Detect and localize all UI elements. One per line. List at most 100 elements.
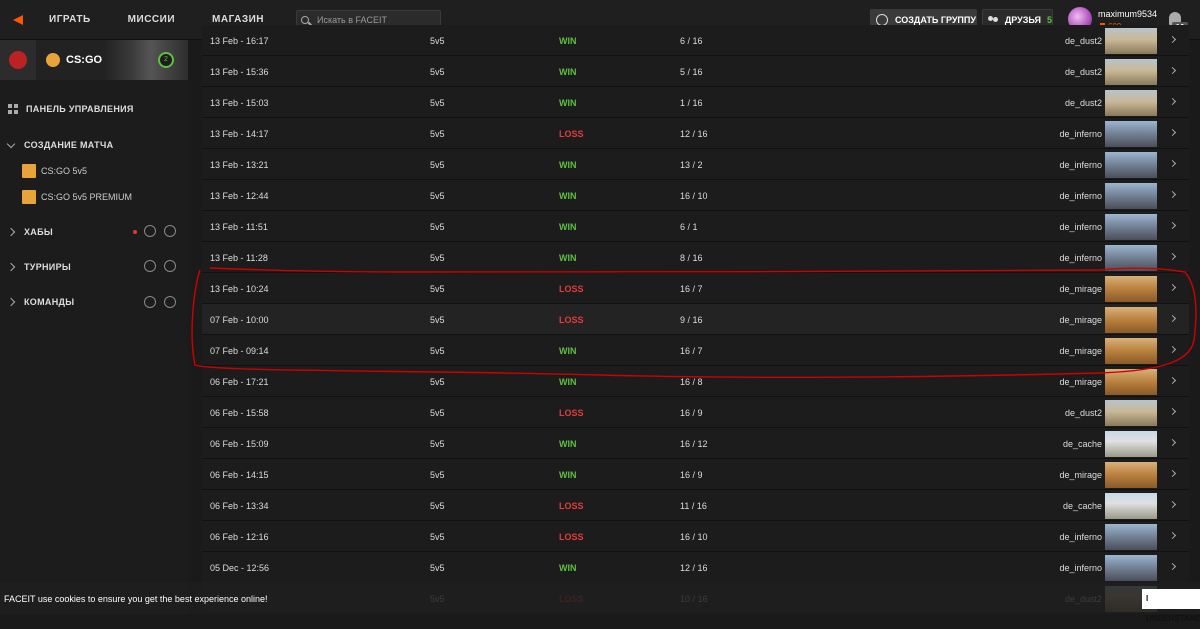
tournaments-search-icon[interactable] [144,260,156,272]
map-thumbnail [1105,400,1157,426]
cookie-banner: FACEIT use cookies to ensure you get the… [0,582,1200,623]
match-score: 16 / 9 [680,470,703,480]
match-result: LOSS [559,129,584,139]
chevron-right-icon[interactable] [1168,562,1177,571]
chevron-right-icon[interactable] [1168,283,1177,292]
table-row[interactable]: 06 Feb - 13:34 5v5 LOSS 11 / 16 de_cache [202,490,1189,521]
hubs-search-icon[interactable] [144,225,156,237]
sidebar-item-label: КОМАНДЫ [24,297,75,307]
match-mode: 5v5 [430,470,445,480]
nav-missions[interactable]: МИССИИ [128,14,175,25]
table-row[interactable]: 13 Feb - 11:28 5v5 WIN 8 / 16 de_inferno [202,242,1189,273]
game-title[interactable]: CS:GO [66,54,102,66]
sidebar-item-teams[interactable]: КОМАНДЫ [6,297,75,307]
chevron-right-icon[interactable] [1168,66,1177,75]
chevron-right-icon [6,262,16,272]
nav-play[interactable]: ИГРАТЬ [49,14,91,25]
table-row[interactable]: 06 Feb - 12:16 5v5 LOSS 16 / 10 de_inferno [202,521,1189,552]
table-row[interactable]: 06 Feb - 14:15 5v5 WIN 16 / 9 de_mirage [202,459,1189,490]
sidebar-item-tournaments[interactable]: ТУРНИРЫ [6,262,71,272]
table-row[interactable]: 13 Feb - 14:17 5v5 LOSS 12 / 16 de_inferno [202,118,1189,149]
table-row[interactable]: 07 Feb - 10:00 5v5 LOSS 9 / 16 de_mirage [202,304,1189,335]
table-row[interactable]: 06 Feb - 17:21 5v5 WIN 16 / 8 de_mirage [202,366,1189,397]
cookie-accept-button[interactable]: I UNDERSTAND [1142,589,1200,623]
table-row[interactable]: 13 Feb - 15:03 5v5 WIN 1 / 16 de_dust2 [202,87,1189,118]
match-date: 06 Feb - 13:34 [210,501,269,511]
chevron-right-icon[interactable] [1168,97,1177,106]
table-row[interactable]: 07 Feb - 09:14 5v5 WIN 16 / 7 de_mirage [202,335,1189,366]
match-map: de_mirage [1059,470,1102,480]
teams-add-icon[interactable] [164,296,176,308]
queue-item-5v5-premium[interactable]: CS:GO 5v5 PREMIUM [22,190,132,204]
match-mode: 5v5 [430,36,445,46]
match-date: 13 Feb - 16:17 [210,36,269,46]
teams-search-icon[interactable] [144,296,156,308]
map-thumbnail [1105,307,1157,333]
match-score: 12 / 16 [680,129,708,139]
chevron-right-icon[interactable] [1168,407,1177,416]
table-row[interactable]: 13 Feb - 10:24 5v5 LOSS 16 / 7 de_mirage [202,273,1189,304]
chevron-right-icon[interactable] [1168,438,1177,447]
map-thumbnail [1105,245,1157,271]
match-result: WIN [559,470,577,480]
sidebar-item-hubs[interactable]: ХАБЫ [6,227,53,237]
sidebar-item-dashboard[interactable]: ПАНЕЛЬ УПРАВЛЕНИЯ [8,104,134,114]
cookie-text: FACEIT use cookies to ensure you get the… [4,594,268,604]
match-mode: 5v5 [430,408,445,418]
match-result: WIN [559,439,577,449]
match-map: de_mirage [1059,315,1102,325]
match-mode: 5v5 [430,191,445,201]
hubs-add-icon[interactable] [164,225,176,237]
match-result: LOSS [559,408,584,418]
chevron-right-icon[interactable] [1168,159,1177,168]
chevron-right-icon [6,227,16,237]
chevron-right-icon[interactable] [1168,469,1177,478]
match-score: 16 / 9 [680,408,703,418]
match-result: WIN [559,36,577,46]
match-result: LOSS [559,315,584,325]
match-mode: 5v5 [430,501,445,511]
match-score: 6 / 16 [680,36,703,46]
search-input[interactable] [317,14,438,25]
sidebar-item-matchmaking[interactable]: СОЗДАНИЕ МАТЧА [6,139,113,150]
match-map: de_inferno [1059,160,1102,170]
table-row[interactable]: 13 Feb - 13:21 5v5 WIN 13 / 2 de_inferno [202,149,1189,180]
map-thumbnail [1105,59,1157,85]
chevron-right-icon[interactable] [1168,128,1177,137]
chevron-right-icon[interactable] [1168,190,1177,199]
match-mode: 5v5 [430,129,445,139]
chevron-right-icon[interactable] [1168,314,1177,323]
map-thumbnail [1105,555,1157,581]
table-row[interactable]: 13 Feb - 15:36 5v5 WIN 5 / 16 de_dust2 [202,56,1189,87]
tournaments-add-icon[interactable] [164,260,176,272]
nav-shop[interactable]: МАГАЗИН [212,14,264,25]
table-row[interactable]: 13 Feb - 16:17 5v5 WIN 6 / 16 de_dust2 [202,25,1189,56]
match-mode: 5v5 [430,315,445,325]
chevron-right-icon[interactable] [1168,376,1177,385]
map-thumbnail [1105,524,1157,550]
queue-item-5v5[interactable]: CS:GO 5v5 [22,164,87,178]
table-row[interactable]: 13 Feb - 12:44 5v5 WIN 16 / 10 de_inferno [202,180,1189,211]
username[interactable]: maximum9534 [1098,9,1157,19]
faceit-logo[interactable] [0,0,36,40]
table-row[interactable]: 06 Feb - 15:09 5v5 WIN 16 / 12 de_cache [202,428,1189,459]
map-thumbnail [1105,276,1157,302]
map-thumbnail [1105,183,1157,209]
chevron-right-icon[interactable] [1168,35,1177,44]
chevron-right-icon[interactable] [1168,531,1177,540]
match-mode: 5v5 [430,67,445,77]
match-date: 13 Feb - 15:36 [210,67,269,77]
match-mode: 5v5 [430,563,445,573]
table-row[interactable]: 13 Feb - 11:51 5v5 WIN 6 / 1 de_inferno [202,211,1189,242]
chevron-right-icon[interactable] [1168,345,1177,354]
table-row[interactable]: 06 Feb - 15:58 5v5 LOSS 16 / 9 de_dust2 [202,397,1189,428]
grid-icon [8,104,18,114]
chevron-right-icon[interactable] [1168,500,1177,509]
game-logo[interactable] [0,40,36,80]
table-row[interactable]: 05 Dec - 12:56 5v5 WIN 12 / 16 de_inferno [202,552,1189,583]
match-result: LOSS [559,501,584,511]
match-date: 07 Feb - 10:00 [210,315,269,325]
match-score: 16 / 7 [680,284,703,294]
chevron-right-icon[interactable] [1168,252,1177,261]
chevron-right-icon[interactable] [1168,221,1177,230]
